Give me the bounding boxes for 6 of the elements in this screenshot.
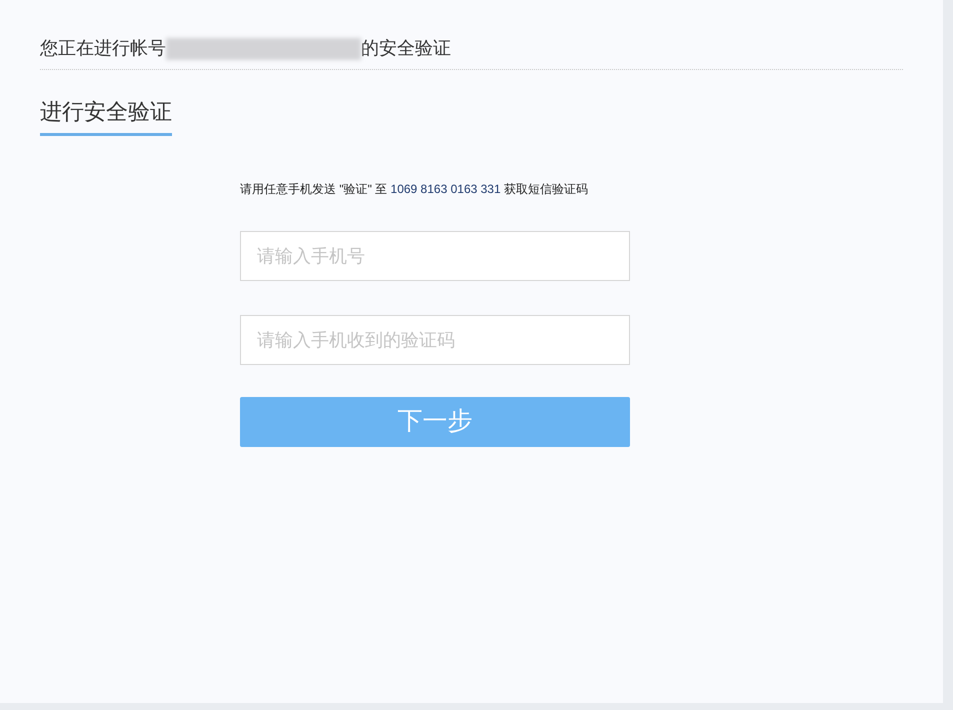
header-text: 您正在进行帐号 <box>40 37 166 60</box>
input-field[interactable]: 请输入手机号 <box>240 231 630 281</box>
input-field[interactable]: 请输入手机收到的验证码 <box>240 315 630 365</box>
header-text: 的安全验证 <box>361 37 451 60</box>
section-tab[interactable]: 进行安全验证 <box>40 95 172 136</box>
instruction-text: 请用任意手机发送 "验证" 至 1069 8163 0163 331 获取短信验证码 <box>240 181 589 198</box>
